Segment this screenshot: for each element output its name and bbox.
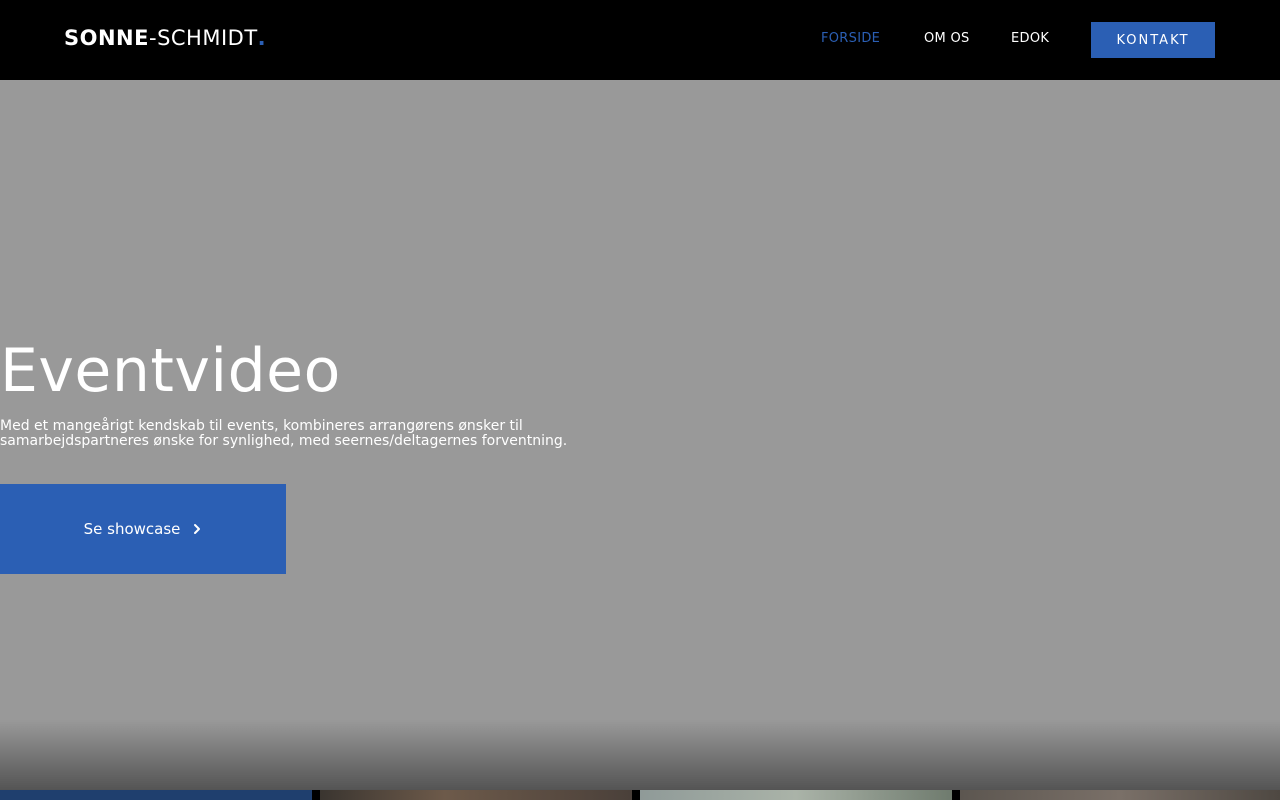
showcase-thumbnail[interactable] (960, 790, 1280, 800)
chevron-right-icon (194, 524, 201, 534)
kontakt-button[interactable]: KONTAKT (1091, 22, 1215, 58)
site-header: SONNE - SCHMIDT . FORSIDE OM OS EDOK KON… (0, 0, 1280, 80)
showcase-button-label: Se showcase (83, 520, 181, 538)
nav-om-os[interactable]: OM OS (924, 31, 970, 49)
logo-part-sonne: SONNE (64, 26, 149, 50)
showcase-thumbnail[interactable] (320, 790, 632, 800)
nav-forside[interactable]: FORSIDE (821, 31, 880, 49)
logo-part-schmidt: SCHMIDT (157, 26, 258, 50)
showcase-button[interactable]: Se showcase (0, 484, 286, 574)
nav-edok[interactable]: EDOK (1011, 31, 1049, 49)
logo-dash: - (148, 26, 158, 50)
hero-title: Eventvideo (0, 336, 341, 406)
showcase-thumbnail[interactable] (0, 790, 312, 800)
logo-dot: . (257, 26, 267, 50)
hero-section: Eventvideo Med et mangeårigt kendskab ti… (0, 80, 1280, 790)
showcase-thumbnail[interactable] (640, 790, 952, 800)
hero-bottom-fade (0, 720, 1280, 790)
logo[interactable]: SONNE - SCHMIDT . (64, 26, 266, 54)
showcase-thumbnail-strip (0, 790, 1280, 800)
hero-description: Med et mangeårigt kendskab til events, k… (0, 418, 568, 449)
